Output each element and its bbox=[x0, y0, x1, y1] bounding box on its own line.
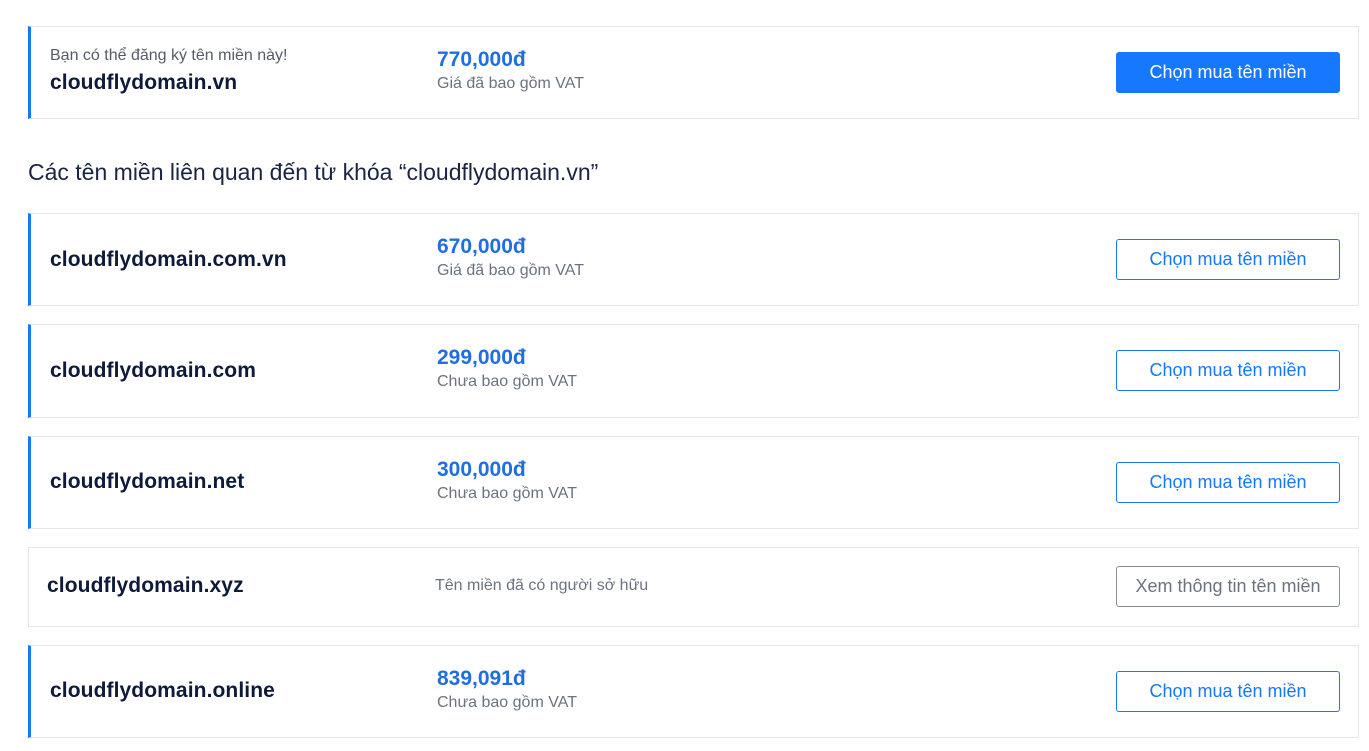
domain-name: cloudflydomain.xyz bbox=[47, 574, 244, 597]
price: 670,000đ bbox=[437, 235, 526, 258]
price: 300,000đ bbox=[437, 458, 526, 481]
domain-name: cloudflydomain.com.vn bbox=[50, 248, 287, 271]
buy-domain-button[interactable]: Chọn mua tên miền bbox=[1116, 671, 1340, 712]
domain-search-results: Bạn có thể đăng ký tên miền này! cloudfl… bbox=[0, 0, 1369, 751]
vat-note: Chưa bao gồm VAT bbox=[437, 373, 577, 390]
list-item: cloudflydomain.com 299,000đ Chưa bao gồm… bbox=[28, 324, 1359, 418]
price-info: 839,091đ Chưa bao gồm VAT bbox=[437, 666, 577, 714]
view-domain-info-button[interactable]: Xem thông tin tên miền bbox=[1116, 566, 1340, 607]
related-domains-heading: Các tên miền liên quan đến từ khóa “clou… bbox=[28, 159, 599, 185]
primary-domain-info: Bạn có thể đăng ký tên miền này! cloudfl… bbox=[50, 46, 287, 96]
buy-domain-button[interactable]: Chọn mua tên miền bbox=[1116, 462, 1340, 503]
vat-note: Giá đã bao gồm VAT bbox=[437, 75, 585, 92]
domain-taken-status: Tên miền đã có người sở hữu bbox=[435, 577, 649, 594]
price-info: 770,000đ Giá đã bao gồm VAT bbox=[437, 47, 584, 95]
price: 839,091đ bbox=[437, 667, 526, 690]
price: 299,000đ bbox=[437, 346, 526, 369]
price-info: 670,000đ Giá đã bao gồm VAT bbox=[437, 234, 584, 282]
price: 770,000đ bbox=[437, 48, 526, 71]
domain-name: cloudflydomain.net bbox=[50, 470, 245, 493]
vat-note: Giá đã bao gồm VAT bbox=[437, 262, 585, 279]
list-item: cloudflydomain.online 839,091đ Chưa bao … bbox=[28, 645, 1359, 738]
list-item: cloudflydomain.net 300,000đ Chưa bao gồm… bbox=[28, 436, 1359, 529]
list-item: cloudflydomain.xyz Tên miền đã có người … bbox=[28, 547, 1359, 627]
primary-domain-card: Bạn có thể đăng ký tên miền này! cloudfl… bbox=[28, 26, 1359, 119]
availability-hint: Bạn có thể đăng ký tên miền này! bbox=[50, 47, 288, 64]
list-item: cloudflydomain.com.vn 670,000đ Giá đã ba… bbox=[28, 213, 1359, 306]
vat-note: Chưa bao gồm VAT bbox=[437, 485, 577, 502]
domain-name: cloudflydomain.com bbox=[50, 359, 256, 382]
domain-name: cloudflydomain.online bbox=[50, 679, 275, 702]
buy-domain-button[interactable]: Chọn mua tên miền bbox=[1116, 52, 1340, 93]
price-info: 299,000đ Chưa bao gồm VAT bbox=[437, 345, 577, 393]
buy-domain-button[interactable]: Chọn mua tên miền bbox=[1116, 239, 1340, 280]
price-info: 300,000đ Chưa bao gồm VAT bbox=[437, 457, 577, 505]
domain-name: cloudflydomain.vn bbox=[50, 71, 238, 94]
vat-note: Chưa bao gồm VAT bbox=[437, 694, 577, 711]
buy-domain-button[interactable]: Chọn mua tên miền bbox=[1116, 350, 1340, 391]
